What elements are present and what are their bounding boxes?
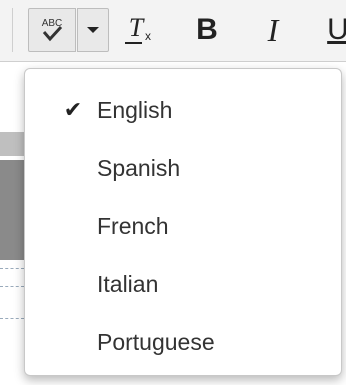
language-option-italian[interactable]: Italian <box>25 255 341 313</box>
spellcheck-abc-icon: ABC <box>42 18 62 42</box>
language-option-label: Italian <box>97 270 159 297</box>
checkmark-icon: ✔ <box>63 97 83 122</box>
underline-icon: U <box>327 13 346 46</box>
svg-text:x: x <box>145 29 151 43</box>
language-option-french[interactable]: French <box>25 197 341 255</box>
italic-icon: I <box>267 11 279 48</box>
clear-format-icon: T x <box>125 13 151 44</box>
language-option-label: French <box>97 212 169 239</box>
language-option-portuguese[interactable]: Portuguese <box>25 313 341 371</box>
language-option-english[interactable]: ✔ English <box>25 81 341 139</box>
underline-button[interactable]: U <box>318 8 346 52</box>
bold-button[interactable]: B <box>184 8 230 52</box>
document-guide-line <box>0 318 24 319</box>
document-margin-block-dark <box>0 160 24 260</box>
document-guide-line <box>0 286 24 287</box>
editor-toolbar: ABC T x B I U <box>0 0 346 62</box>
svg-text:T: T <box>129 13 145 42</box>
document-guide-line <box>0 268 24 269</box>
italic-button[interactable]: I <box>250 8 296 52</box>
bold-icon: B <box>196 13 218 46</box>
editor-window: ABC T x B I U ✔ English Spanish French I… <box>0 0 346 385</box>
spellcheck-language-dropdown-button[interactable] <box>77 8 109 52</box>
toolbar-separator <box>12 8 13 52</box>
caret-down-icon <box>87 27 99 33</box>
spellcheck-language-menu: ✔ English Spanish French Italian Portugu… <box>24 68 342 376</box>
language-option-spanish[interactable]: Spanish <box>25 139 341 197</box>
language-option-label: English <box>97 96 173 123</box>
document-margin-block <box>0 132 24 156</box>
clear-format-button[interactable]: T x <box>114 8 166 52</box>
language-option-label: Portuguese <box>97 328 215 355</box>
spellcheck-button[interactable]: ABC <box>28 8 76 52</box>
language-option-label: Spanish <box>97 154 181 181</box>
